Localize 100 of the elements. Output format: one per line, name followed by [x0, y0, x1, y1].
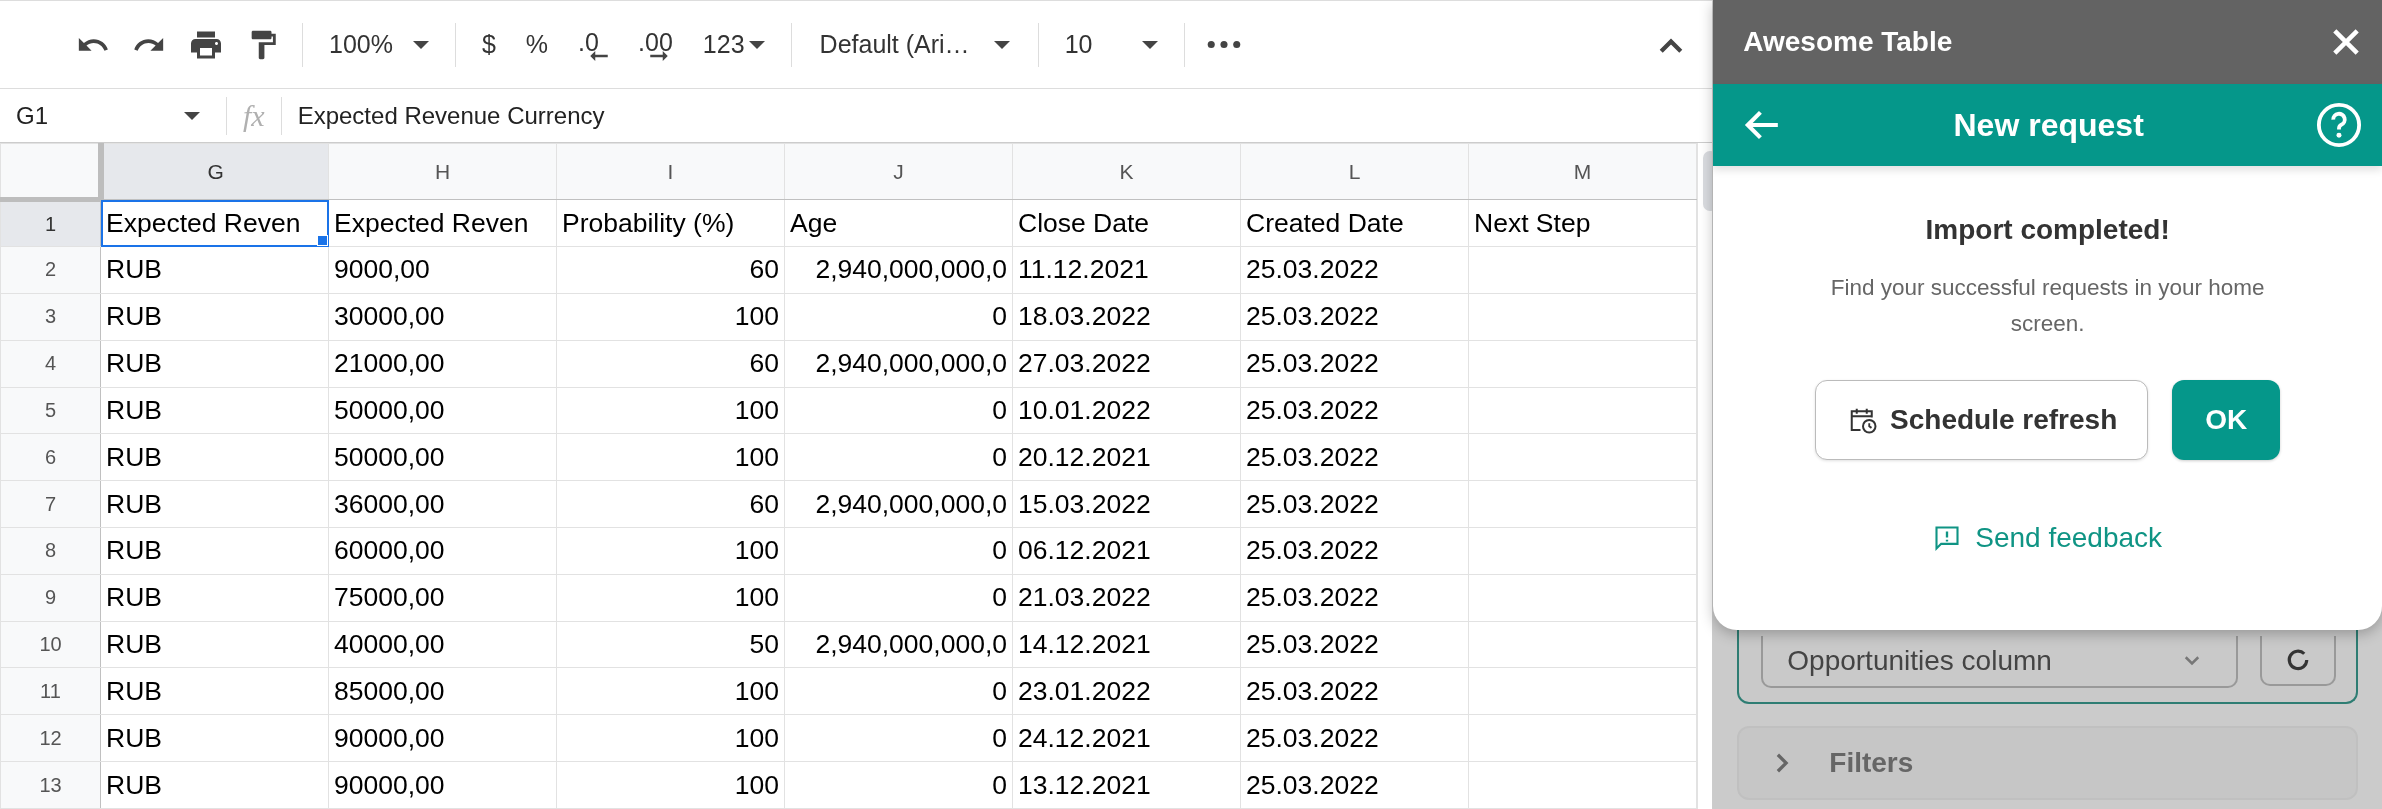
font-size-dropdown[interactable]: 10 — [1060, 30, 1163, 59]
table-cell: 25.03.2022 — [1240, 574, 1469, 622]
currency-button[interactable]: $ — [477, 30, 500, 59]
row-header[interactable]: 9 — [0, 574, 101, 622]
table-cell: 06.12.2021 — [1012, 527, 1241, 575]
increase-decimals-button[interactable]: .00 — [634, 28, 677, 61]
table-cell: 0 — [784, 293, 1013, 341]
table-cell: 25.03.2022 — [1240, 761, 1469, 809]
table-cell: 25.03.2022 — [1240, 293, 1469, 341]
caret-icon — [993, 40, 1010, 49]
table-cell: 23.01.2022 — [1012, 667, 1241, 715]
table-cell: 25.03.2022 — [1240, 246, 1469, 294]
table-cell: RUB — [100, 433, 329, 481]
row-header[interactable]: 4 — [0, 340, 101, 387]
table-cell: 50 — [556, 621, 785, 668]
table-cell: 14.12.2021 — [1012, 621, 1241, 668]
row-header[interactable]: 5 — [0, 387, 101, 434]
percent-button[interactable]: % — [521, 30, 553, 59]
zoom-dropdown[interactable]: 100% — [325, 30, 433, 59]
table-cell: 40000,00 — [328, 621, 557, 668]
column-header[interactable]: L — [1240, 143, 1469, 200]
table-cell: 100 — [556, 433, 785, 481]
collapse-caret-icon[interactable] — [1658, 36, 1685, 53]
table-cell: 13.12.2021 — [1012, 761, 1241, 809]
table-cell: 50000,00 — [328, 433, 557, 481]
table-cell: 30000,00 — [328, 293, 557, 341]
table-cell: 0 — [784, 433, 1013, 481]
table-cell: 50000,00 — [328, 387, 557, 434]
row-header[interactable]: 1 — [0, 199, 101, 247]
table-cell: RUB — [100, 621, 329, 668]
column-select[interactable]: Opportunities column — [1761, 636, 2238, 688]
table-cell: RUB — [100, 246, 329, 294]
table-cell: RUB — [100, 667, 329, 715]
table-cell: 18.03.2022 — [1012, 293, 1241, 341]
table-cell: 9000,00 — [328, 246, 557, 294]
chevron-right-icon — [1775, 752, 1790, 774]
table-cell: 21.03.2022 — [1012, 574, 1241, 622]
table-cell: RUB — [100, 574, 329, 622]
table-cell: 60 — [556, 246, 785, 294]
caret-icon — [1142, 40, 1159, 49]
row-header[interactable]: 10 — [0, 621, 101, 668]
send-feedback-link[interactable]: Send feedback — [1933, 522, 2163, 554]
row-header[interactable]: 7 — [0, 480, 101, 528]
column-header[interactable]: J — [784, 143, 1013, 200]
row-header[interactable]: 12 — [0, 714, 101, 762]
table-cell: Probability (%) — [556, 199, 785, 247]
row-header[interactable]: 11 — [0, 667, 101, 715]
row-header[interactable]: 13 — [0, 761, 101, 809]
table-cell: 0 — [784, 574, 1013, 622]
table-cell: 100 — [556, 387, 785, 434]
column-header[interactable]: I — [556, 143, 785, 200]
table-cell: 0 — [784, 761, 1013, 809]
table-cell: 90000,00 — [328, 761, 557, 809]
more-icon[interactable] — [1207, 40, 1242, 49]
formula-input[interactable]: Expected Revenue Currency — [297, 101, 605, 130]
table-cell: 0 — [784, 714, 1013, 762]
scrollbar-thumb[interactable] — [1703, 151, 1713, 211]
table-cell: 2,940,000,000,0 — [784, 480, 1013, 528]
table-cell: 20.12.2021 — [1012, 433, 1241, 481]
close-icon[interactable] — [2332, 28, 2360, 56]
table-cell: 0 — [784, 527, 1013, 575]
table-cell: 2,940,000,000,0 — [784, 246, 1013, 294]
caret-icon — [748, 40, 765, 49]
table-cell: RUB — [100, 714, 329, 762]
help-icon[interactable] — [2316, 102, 2362, 148]
font-dropdown[interactable]: Default (Ari… — [813, 30, 1016, 59]
column-header[interactable]: M — [1468, 143, 1697, 200]
table-cell: 2,940,000,000,0 — [784, 340, 1013, 387]
table-cell: RUB — [100, 527, 329, 575]
table-cell: 2,940,000,000,0 — [784, 621, 1013, 668]
table-cell: 21000,00 — [328, 340, 557, 387]
column-header[interactable]: K — [1012, 143, 1241, 200]
table-cell: Close Date — [1012, 199, 1241, 247]
sidebar-title: Awesome Table — [1743, 26, 1953, 58]
table-cell: 10.01.2022 — [1012, 387, 1241, 434]
table-cell: 25.03.2022 — [1240, 340, 1469, 387]
schedule-refresh-button[interactable]: Schedule refresh — [1815, 380, 2149, 460]
table-cell: 60 — [556, 340, 785, 387]
panel-title: New request — [1953, 106, 2144, 144]
table-cell: 100 — [556, 527, 785, 575]
refresh-button[interactable] — [2260, 636, 2336, 686]
right-arrow-icon — [650, 50, 669, 61]
table-cell: 11.12.2021 — [1012, 246, 1241, 294]
name-box[interactable]: G1 — [0, 101, 210, 130]
row-header[interactable]: 3 — [0, 293, 101, 341]
dialog-message: Find your successful requests in your home screen. — [1829, 274, 2266, 338]
table-cell: 25.03.2022 — [1240, 621, 1469, 668]
number-format-dropdown[interactable]: 123 — [698, 30, 769, 59]
row-header[interactable]: 8 — [0, 527, 101, 575]
table-cell: 75000,00 — [328, 574, 557, 622]
column-header[interactable]: H — [328, 143, 557, 200]
chevron-down-icon — [2184, 656, 2200, 666]
caret-icon — [412, 40, 429, 49]
table-cell: 25.03.2022 — [1240, 433, 1469, 481]
ok-button[interactable]: OK — [2172, 380, 2281, 460]
feedback-icon — [1933, 524, 1962, 552]
row-header[interactable]: 6 — [0, 433, 101, 481]
row-header[interactable]: 2 — [0, 246, 101, 294]
decrease-decimals-button[interactable]: .0 — [574, 28, 613, 61]
table-cell: 0 — [784, 387, 1013, 434]
